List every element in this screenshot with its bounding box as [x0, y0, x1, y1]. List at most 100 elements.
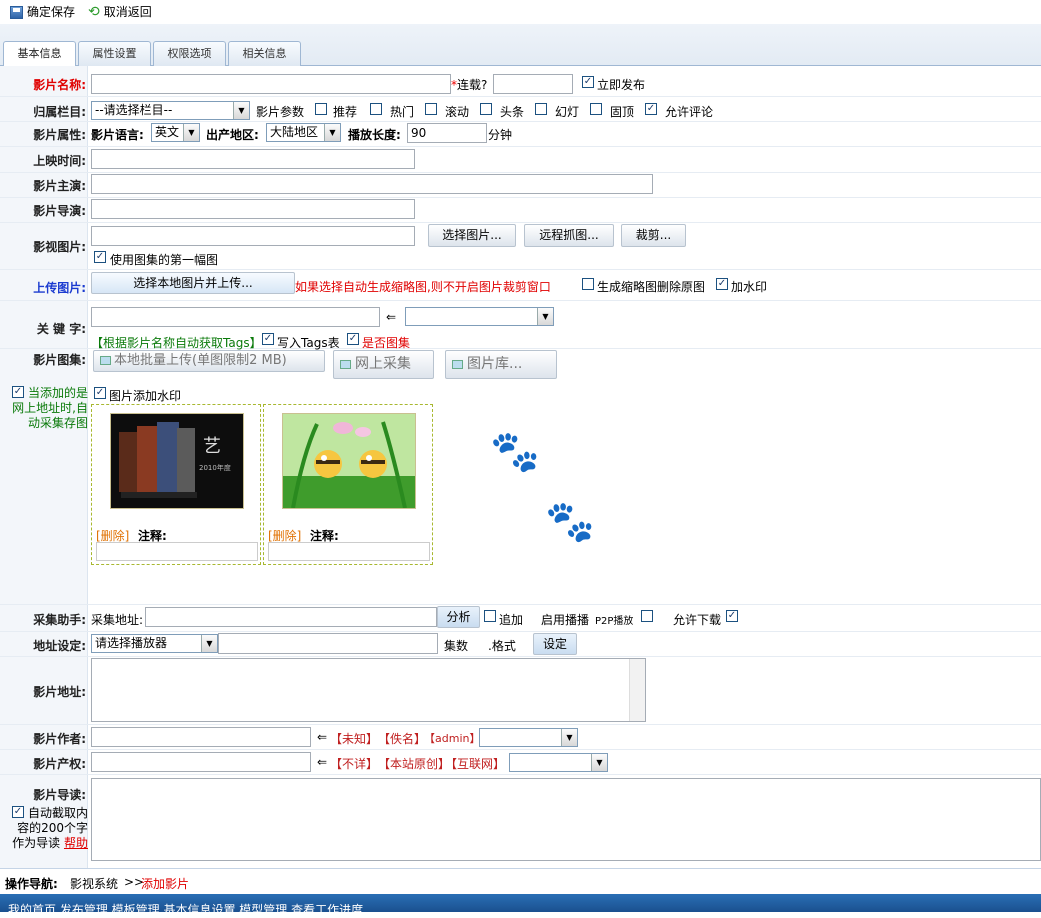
param-recommend-checkbox[interactable]: [315, 103, 327, 115]
tab-basic-info[interactable]: 基本信息: [3, 41, 76, 67]
choose-image-button[interactable]: 选择图片...: [428, 224, 516, 247]
author-admin-link[interactable]: 【admin】: [424, 730, 480, 746]
set-button[interactable]: 设定: [533, 633, 577, 655]
column-select[interactable]: --请选择栏目-- ▼: [91, 101, 250, 120]
nav-label: 操作导航:: [5, 877, 58, 891]
gallery-thumbnail: [282, 413, 416, 509]
use-first-label: 使用图集的第一幅图: [110, 253, 219, 267]
format-label: .格式: [488, 639, 516, 653]
copyright-unknown-link[interactable]: 【不详】: [330, 755, 378, 772]
is-atlas-label: 是否图集: [362, 336, 411, 350]
chevron-down-icon: ▼: [324, 124, 340, 141]
lang-select[interactable]: 英文 ▼: [151, 123, 200, 142]
chevron-down-icon: ▼: [561, 729, 577, 746]
author-input[interactable]: [91, 727, 311, 747]
tab-related-info[interactable]: 相关信息: [228, 41, 301, 66]
image-library-button[interactable]: 图片库...: [445, 350, 557, 379]
title-input[interactable]: [91, 74, 451, 94]
url-scrollbar[interactable]: [629, 659, 645, 721]
image-input[interactable]: [91, 226, 415, 246]
paw-watermark-icon: 🐾: [490, 429, 540, 475]
write-tags-checkbox[interactable]: ✓: [262, 333, 274, 345]
analyze-button[interactable]: 分析: [437, 606, 480, 628]
crop-button[interactable]: 裁剪...: [621, 224, 686, 247]
length-input[interactable]: [407, 123, 487, 143]
copyright-select[interactable]: ▼: [509, 753, 608, 772]
help-link[interactable]: 帮助: [64, 836, 88, 850]
attr-label: 影片属性:: [33, 128, 86, 142]
gallery-label: 影片图集:: [33, 353, 86, 367]
collect-url-input[interactable]: [145, 607, 437, 627]
param-top-checkbox[interactable]: [590, 103, 602, 115]
is-atlas-checkbox[interactable]: ✓: [347, 333, 359, 345]
release-input[interactable]: [91, 149, 415, 169]
auto-intro-label: 自动截取内容的200个字作为导读 帮助: [12, 806, 88, 850]
p2p-checkbox[interactable]: [641, 610, 653, 622]
nav-path-current: 添加影片: [141, 877, 190, 891]
keyword-select[interactable]: ▼: [405, 307, 554, 326]
author-anonymous-link[interactable]: 【佚名】: [378, 730, 426, 747]
top-toolbar: 确定保存 ⟲ 取消返回: [0, 0, 1041, 24]
serial-label: *连载?: [451, 78, 488, 92]
download-checkbox[interactable]: ✓: [726, 610, 738, 622]
use-first-checkbox[interactable]: ✓: [94, 251, 106, 263]
region-label: 出产地区:: [206, 128, 259, 142]
param-slide-checkbox[interactable]: [535, 103, 547, 115]
keyword-input[interactable]: [91, 307, 380, 327]
note-input[interactable]: [96, 542, 258, 561]
gallery-thumbnail: 艺 2010年度: [110, 413, 244, 509]
cancel-button[interactable]: ⟲ 取消返回: [88, 4, 152, 20]
auto-tags-link[interactable]: 【根据影片名称自动获取Tags】: [91, 334, 262, 351]
lang-label: 影片语言:: [91, 128, 144, 142]
nav-path-system[interactable]: 影视系统: [70, 875, 118, 892]
tab-permissions[interactable]: 权限选项: [153, 41, 226, 66]
copyright-original-link[interactable]: 【本站原创】: [378, 755, 450, 772]
region-select[interactable]: 大陆地区 ▼: [266, 123, 341, 142]
chevron-down-icon: ▼: [591, 754, 607, 771]
param-scroll-checkbox[interactable]: [425, 103, 437, 115]
image-icon: [340, 359, 351, 369]
bottom-menu-bar: 我的首页 发布管理 模板管理 基本信息设置 模型管理 查看工作进度: [0, 894, 1041, 917]
param-slide-label: 幻灯: [555, 105, 580, 119]
intro-textarea[interactable]: [91, 778, 1041, 861]
append-label: 追加: [499, 613, 524, 627]
copyright-internet-link[interactable]: 【互联网】: [445, 755, 505, 772]
watermark-checkbox[interactable]: ✓: [716, 278, 728, 290]
director-input[interactable]: [91, 199, 415, 219]
url-textarea[interactable]: [91, 658, 646, 722]
author-arrow: ⇐: [317, 730, 328, 744]
upload-hint: 如果选择自动生成缩略图,则不开启图片裁剪窗口: [295, 280, 551, 294]
actor-input[interactable]: [91, 174, 653, 194]
param-comment-label: 允许评论: [665, 105, 714, 119]
save-button[interactable]: 确定保存: [10, 4, 75, 20]
author-unknown-link[interactable]: 【未知】: [330, 730, 378, 747]
param-hot-label: 热门: [390, 105, 415, 119]
remote-fetch-button[interactable]: 远程抓图...: [524, 224, 614, 247]
param-top-label: 固顶: [610, 105, 635, 119]
delete-original-checkbox[interactable]: [582, 278, 594, 290]
serial-input[interactable]: [493, 74, 573, 94]
movie-posters-thumbnail: 艺 2010年度: [111, 414, 243, 508]
player-select[interactable]: 请选择播放器 ▼: [91, 634, 218, 653]
image-icon: [452, 359, 463, 369]
param-comment-checkbox[interactable]: ✓: [645, 103, 657, 115]
param-recommend-label: 推荐: [333, 105, 358, 119]
upload-local-button[interactable]: 选择本地图片并上传...: [91, 272, 295, 294]
length-unit: 分钟: [488, 128, 513, 142]
local-batch-upload-button[interactable]: 本地批量上传(单图限制2 MB): [93, 350, 325, 372]
director-label: 影片导演:: [33, 204, 86, 218]
keyword-arrow: ⇐: [386, 310, 397, 324]
gallery-watermark-checkbox[interactable]: ✓: [94, 387, 106, 399]
param-headline-checkbox[interactable]: [480, 103, 492, 115]
param-hot-checkbox[interactable]: [370, 103, 382, 115]
address-input[interactable]: [218, 633, 438, 654]
tab-attributes[interactable]: 属性设置: [78, 41, 151, 66]
publish-checkbox[interactable]: ✓: [582, 76, 594, 88]
note-input[interactable]: [268, 542, 430, 561]
author-select[interactable]: ▼: [479, 728, 578, 747]
web-collect-button[interactable]: 网上采集: [333, 350, 434, 379]
bottom-menu-text[interactable]: 我的首页 发布管理 模板管理 基本信息设置 模型管理 查看工作进度: [8, 901, 363, 918]
copyright-input[interactable]: [91, 752, 311, 772]
append-checkbox[interactable]: [484, 610, 496, 622]
chevron-down-icon: ▼: [537, 308, 553, 325]
